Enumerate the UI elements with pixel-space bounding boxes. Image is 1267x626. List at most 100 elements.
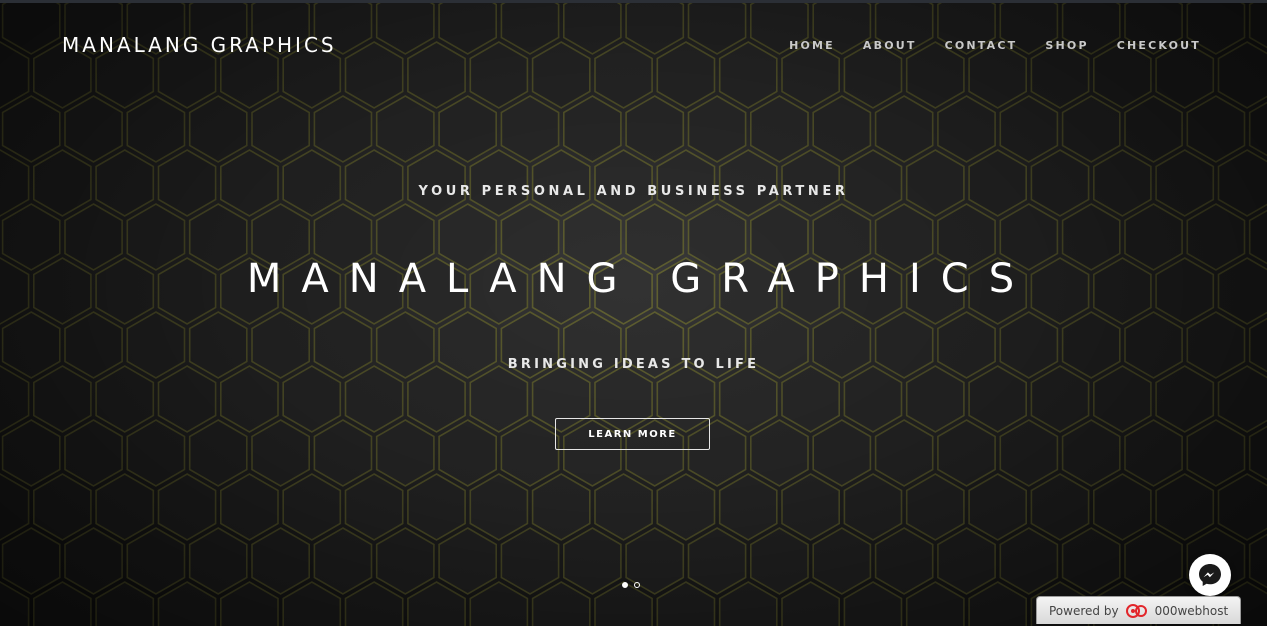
hexagon-tile [718,365,778,433]
hexagon-tile [188,419,248,487]
hexagon-tile [375,419,435,487]
powered-by-label: Powered by [1049,603,1119,618]
hexagon-tile [905,365,965,433]
hexagon-tile [1217,365,1267,433]
brand-logo-link[interactable]: MANALANG GRAPHICS [62,33,337,57]
hexagon-tile [64,95,123,163]
hexagon-tile [968,365,1027,433]
hexagon-tile [749,95,809,163]
hexagon-tile [95,473,155,541]
hexagon-tile [843,149,903,217]
hexagon-tile [781,149,841,217]
hexagon-tile [157,581,217,626]
hexagon-tile [1155,365,1215,433]
hexagon-tile [656,149,716,217]
hexagon-tile [313,527,373,595]
hexagon-tile [344,473,404,541]
nav-home[interactable]: HOME [789,39,835,52]
hexagon-tile [407,473,466,541]
hexagon-tile [407,365,466,433]
hexagon-tile [999,419,1059,487]
slider-dot-1[interactable] [622,582,628,588]
hexagon-tile [375,3,435,55]
hexagon-tile [126,527,186,595]
hexagon-tile [1217,41,1267,109]
hexagon-tile [282,581,342,626]
hexagon-tile [282,365,342,433]
hexagon-tile [375,527,435,595]
hexagon-tile [1217,473,1267,541]
hexagon-tile [64,527,123,595]
hexagon-tile [968,581,1027,626]
hexagon-tile [843,581,903,626]
hexagon-tile [469,149,529,217]
nav-about[interactable]: ABOUT [863,39,917,52]
hexagon-tile [781,581,841,626]
messenger-chat-button[interactable] [1189,554,1231,596]
hexagon-tile [1093,365,1152,433]
hexagon-tile [749,419,809,487]
hexagon-tile [1,95,61,163]
slider-dot-2[interactable] [634,582,640,588]
hexagon-tile [407,149,466,217]
hexagon-tile [95,365,155,433]
hexagon-tile [531,581,591,626]
hexagon-tile [718,149,778,217]
hexagon-tile [251,527,311,595]
hexagon-tile [687,527,747,595]
hexagon-tile [749,527,809,595]
hexagon-tile [469,41,529,109]
nav-shop[interactable]: SHOP [1045,39,1088,52]
hexagon-tile [968,473,1027,541]
hexagon-tile [313,95,373,163]
hexagon-tile [438,419,498,487]
hexagon-tile [0,365,30,433]
hexagon-tile [407,581,466,626]
hexagon-tile [157,473,217,541]
hero-section: MANALANG GRAPHICS HOME ABOUT CONTACT SHO… [0,3,1267,626]
nav-contact[interactable]: CONTACT [945,39,1018,52]
hexagon-tile [625,3,685,55]
hexagon-tile [687,95,747,163]
hexagon-tile [1186,419,1246,487]
hexagon-tile [718,473,778,541]
hexagon-tile [1155,473,1215,541]
hexagon-tile [656,41,716,109]
powered-by-host: 000webhost [1154,603,1229,618]
hexagon-tile [937,419,996,487]
hexagon-tile [905,473,965,541]
hexagon-tile [1217,149,1267,217]
000webhost-logo-icon [1125,602,1149,620]
hexagon-tile [937,95,996,163]
hexagon-tile [220,473,279,541]
hexagon-tile [157,365,217,433]
hexagon-tile [843,473,903,541]
hero-subtitle: BRINGING IDEAS TO LIFE [507,357,760,372]
hexagon-tile [500,3,560,55]
hexagon-tile [0,149,30,217]
learn-more-button[interactable]: LEARN MORE [555,418,710,450]
hexagon-tile [1,3,61,55]
hexagon-tile [1030,149,1090,217]
hexagon-tile [188,95,248,163]
hexagon-tile [1061,419,1121,487]
powered-by-badge[interactable]: Powered by 000webhost [1036,596,1241,624]
main-nav: HOME ABOUT CONTACT SHOP CHECKOUT [789,39,1201,52]
nav-checkout[interactable]: CHECKOUT [1117,39,1201,52]
messenger-icon [1199,564,1221,586]
hexagon-tile [375,95,435,163]
hexagon-tile [0,41,30,109]
hexagon-tile [874,419,934,487]
hexagon-tile [1,419,61,487]
hexagon-tile [32,581,92,626]
hexagon-tile [874,95,934,163]
hexagon-tile [95,149,155,217]
hexagon-tile [531,473,591,541]
hexagon-tile [874,527,934,595]
hexagon-tile [781,473,841,541]
hexagon-tile [718,581,778,626]
hexagon-tile [625,95,685,163]
hexagon-tile [95,581,155,626]
hexagon-tile [469,473,529,541]
hexagon-tile [999,527,1059,595]
